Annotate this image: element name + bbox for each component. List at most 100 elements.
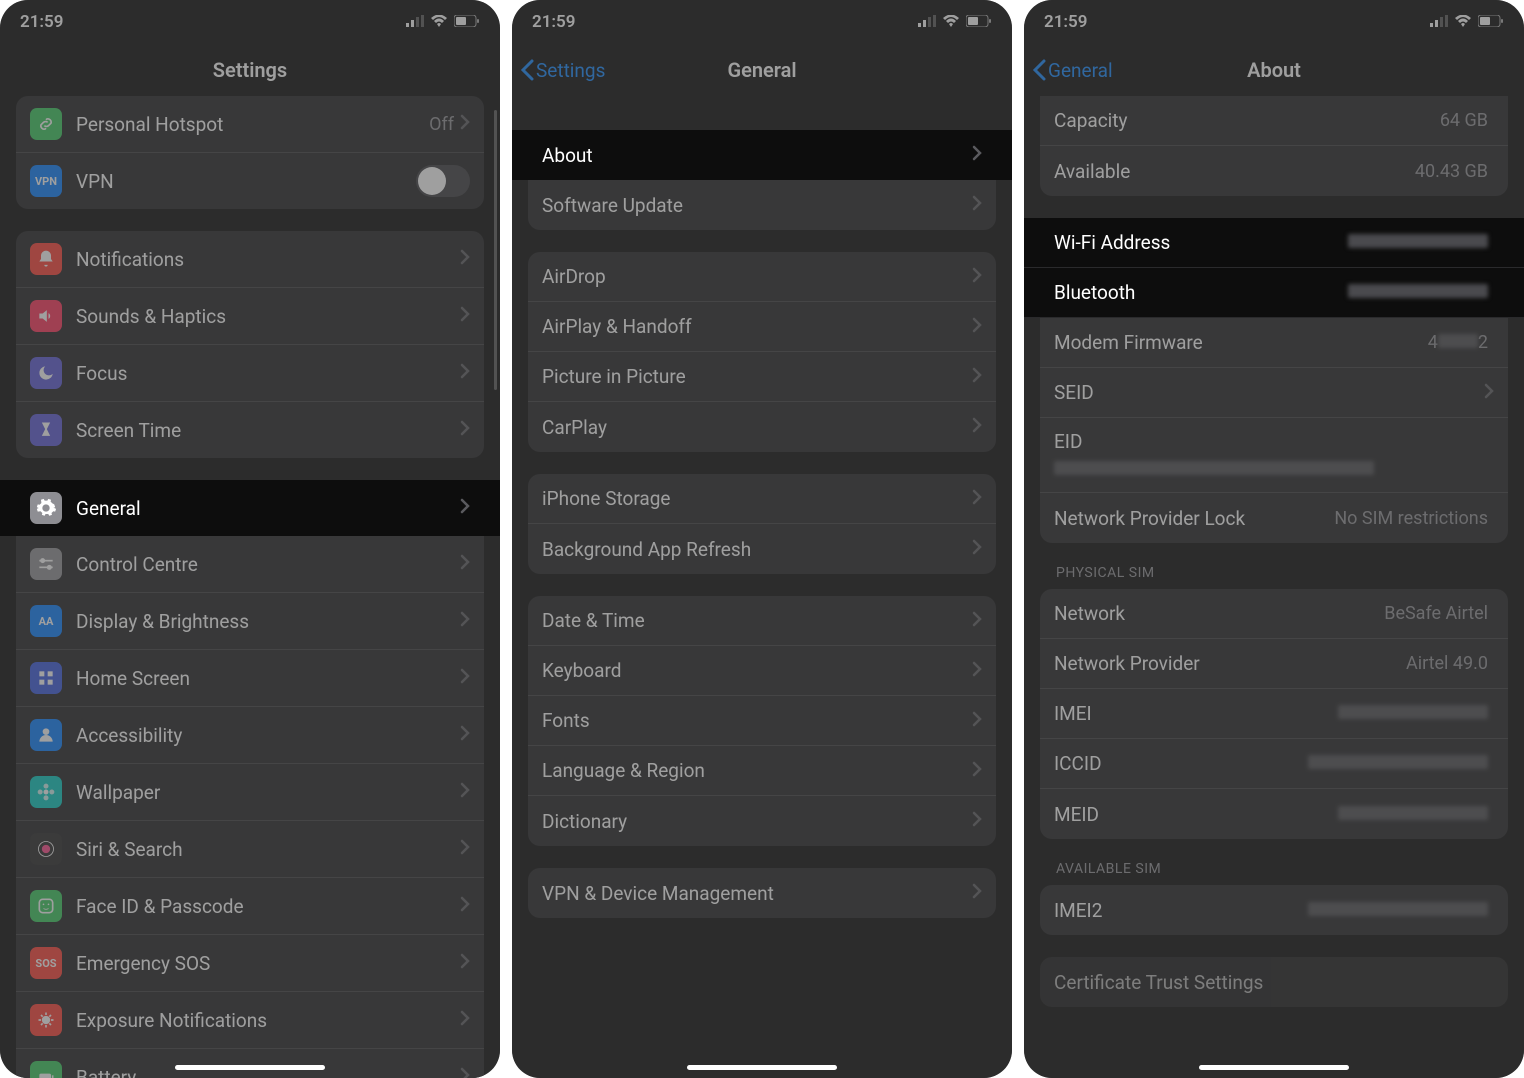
settings-row[interactable]: VPN & Device Management: [528, 868, 996, 918]
VPN-icon: VPN: [30, 165, 62, 197]
settings-row[interactable]: Focus: [16, 345, 484, 402]
cellular-icon: [406, 12, 424, 32]
settings-row[interactable]: Home Screen: [16, 650, 484, 707]
chevron-icon: [460, 782, 470, 802]
settings-row[interactable]: VPN VPN: [16, 153, 484, 209]
settings-screen: 21:59 Settings Personal HotspotOffVPNVPN…: [0, 0, 500, 1078]
back-label: General: [1048, 59, 1113, 82]
settings-row[interactable]: Fonts: [528, 696, 996, 746]
settings-row[interactable]: AADisplay & Brightness: [16, 593, 484, 650]
row-label: iPhone Storage: [542, 487, 972, 510]
settings-row[interactable]: Modem Firmware42: [1040, 318, 1508, 368]
settings-row[interactable]: Network ProviderAirtel 49.0: [1040, 639, 1508, 689]
row-label: Display & Brightness: [76, 610, 460, 633]
settings-row[interactable]: Picture in Picture: [528, 352, 996, 402]
settings-row[interactable]: Bluetooth: [1024, 268, 1524, 318]
chevron-icon: [460, 363, 470, 383]
row-label: Home Screen: [76, 667, 460, 690]
settings-row[interactable]: Notifications: [16, 231, 484, 288]
row-label: Emergency SOS: [76, 952, 460, 975]
status-time: 21:59: [532, 12, 575, 32]
cert-label: Certificate Trust Settings: [1054, 971, 1494, 994]
chevron-icon: [972, 145, 982, 165]
settings-row[interactable]: Exposure Notifications: [16, 992, 484, 1049]
settings-row[interactable]: SOSEmergency SOS: [16, 935, 484, 992]
settings-row[interactable]: AirPlay & Handoff: [528, 302, 996, 352]
row-value: No SIM restrictions: [1334, 508, 1488, 529]
home-indicator[interactable]: [687, 1065, 837, 1070]
settings-row[interactable]: Available40.43 GB: [1040, 146, 1508, 196]
moon-icon: [30, 357, 62, 389]
row-label: AirDrop: [542, 265, 972, 288]
toggle[interactable]: [416, 165, 470, 197]
settings-row[interactable]: NetworkBeSafe Airtel: [1040, 589, 1508, 639]
general-label: General: [76, 497, 460, 520]
row-value: 40.43 GB: [1415, 161, 1488, 182]
settings-row[interactable]: Dictionary: [528, 796, 996, 846]
nav-bar: Settings General: [512, 44, 1012, 96]
settings-row[interactable]: MEID: [1040, 789, 1508, 839]
flower-icon: [30, 776, 62, 808]
settings-row[interactable]: Siri & Search: [16, 821, 484, 878]
general-screen: 21:59 Settings General About Software Up…: [512, 0, 1012, 1078]
row-label: Wi-Fi Address: [1054, 231, 1348, 254]
row-label: Sounds & Haptics: [76, 305, 460, 328]
gear-icon: [30, 492, 62, 524]
settings-row[interactable]: SEID: [1040, 368, 1508, 418]
row-label: Dictionary: [542, 810, 972, 833]
general-row[interactable]: General: [0, 480, 500, 536]
settings-row[interactable]: Battery: [16, 1049, 484, 1078]
chevron-icon: [460, 1067, 470, 1078]
row-label: VPN: [76, 170, 416, 193]
settings-row[interactable]: Date & Time: [528, 596, 996, 646]
chevron-icon: [460, 306, 470, 326]
settings-row[interactable]: Screen Time: [16, 402, 484, 458]
settings-row[interactable]: ICCID: [1040, 739, 1508, 789]
settings-row[interactable]: Language & Region: [528, 746, 996, 796]
settings-row[interactable]: Control Centre: [16, 536, 484, 593]
back-button[interactable]: Settings: [520, 59, 605, 82]
settings-row[interactable]: Wallpaper: [16, 764, 484, 821]
settings-row[interactable]: Keyboard: [528, 646, 996, 696]
virus-icon: [30, 1004, 62, 1036]
row-value-redacted: [1348, 282, 1488, 303]
settings-row[interactable]: Sounds & Haptics: [16, 288, 484, 345]
settings-row[interactable]: IMEI2: [1040, 885, 1508, 935]
chevron-icon: [972, 811, 982, 831]
row-label: AirPlay & Handoff: [542, 315, 972, 338]
settings-row[interactable]: IMEI: [1040, 689, 1508, 739]
row-label: Available: [1054, 160, 1415, 183]
settings-row[interactable]: iPhone Storage: [528, 474, 996, 524]
settings-row[interactable]: Background App Refresh: [528, 524, 996, 574]
home-indicator[interactable]: [1199, 1065, 1349, 1070]
home-indicator[interactable]: [175, 1065, 325, 1070]
about-row[interactable]: About: [512, 130, 1012, 180]
siri-icon: [30, 833, 62, 865]
settings-row[interactable]: Face ID & Passcode: [16, 878, 484, 935]
row-label: CarPlay: [542, 416, 972, 439]
chevron-icon: [972, 367, 982, 387]
row-label: Network Provider: [1054, 652, 1406, 675]
row-value: 42: [1428, 332, 1488, 353]
row-label: SEID: [1054, 381, 1484, 404]
chevron-icon: [972, 883, 982, 903]
battery-icon: [454, 12, 480, 32]
status-bar: 21:59: [0, 0, 500, 44]
row-value-redacted: [1338, 703, 1488, 724]
chevron-icon: [460, 1010, 470, 1030]
certificate-trust-row[interactable]: Certificate Trust Settings: [1040, 957, 1508, 1007]
settings-row[interactable]: EID: [1040, 418, 1508, 493]
row-label: Capacity: [1054, 109, 1440, 132]
row-value: 64 GB: [1440, 110, 1488, 131]
bell-icon: [30, 243, 62, 275]
back-button[interactable]: General: [1032, 59, 1113, 82]
settings-row[interactable]: Capacity64 GB: [1040, 96, 1508, 146]
settings-row[interactable]: AirDrop: [528, 252, 996, 302]
settings-row[interactable]: Wi-Fi Address: [1024, 218, 1524, 268]
settings-row[interactable]: Personal HotspotOff: [16, 96, 484, 153]
settings-row[interactable]: Accessibility: [16, 707, 484, 764]
scroll-indicator[interactable]: [494, 110, 497, 390]
settings-row[interactable]: CarPlay: [528, 402, 996, 452]
settings-row[interactable]: Software Update: [528, 180, 996, 230]
settings-row[interactable]: Network Provider LockNo SIM restrictions: [1040, 493, 1508, 543]
